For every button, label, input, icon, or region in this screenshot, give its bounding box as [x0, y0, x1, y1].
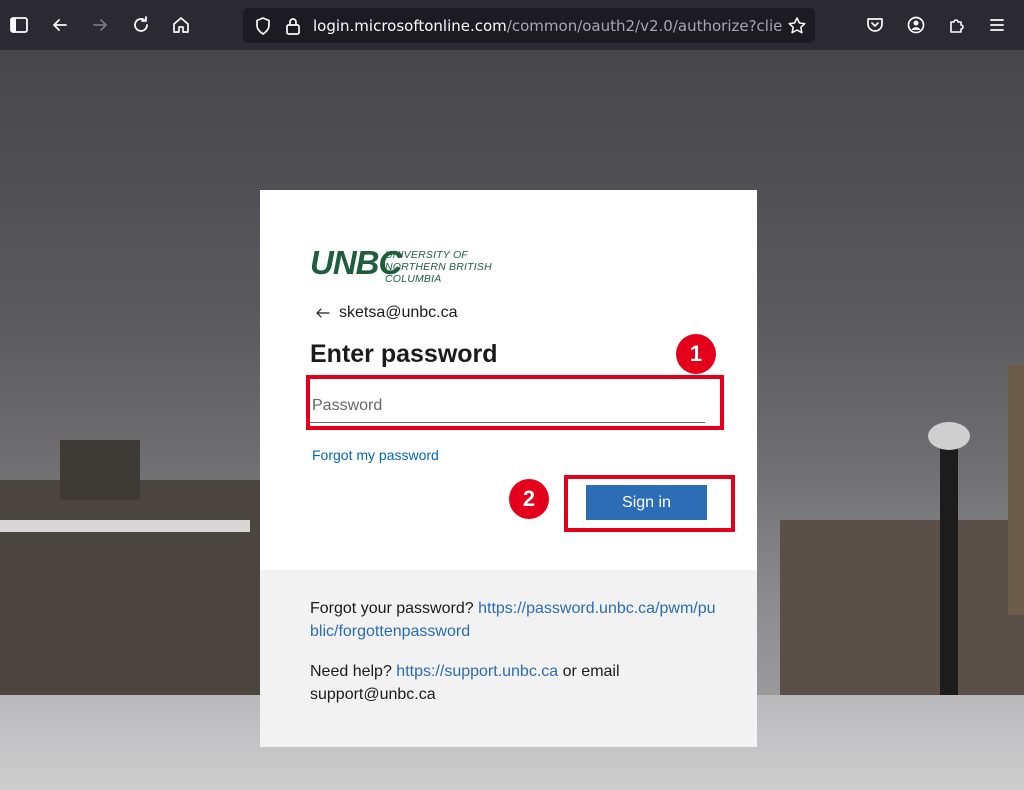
pocket-icon[interactable]: [861, 11, 889, 39]
help-middle: or email: [562, 663, 620, 680]
url-text[interactable]: login.microsoftonline.com/common/oauth2/…: [313, 17, 783, 35]
step-badge-1: 1: [676, 334, 716, 374]
back-arrow-icon[interactable]: [315, 305, 331, 321]
back-icon[interactable]: [46, 11, 74, 39]
browser-toolbar: login.microsoftonline.com/common/oauth2/…: [0, 0, 1024, 50]
password-highlight-box: [306, 375, 724, 430]
forgot-password-link[interactable]: Forgot my password: [312, 447, 439, 463]
roof-snow: [0, 520, 250, 532]
reload-icon[interactable]: [127, 11, 155, 39]
campus-building-right: [780, 520, 1024, 710]
page-title: Enter password: [310, 340, 498, 368]
logo-subtitle: UNIVERSITY OF NORTHERN BRITISH COLUMBIA: [385, 249, 550, 285]
help-prefix: Need help?: [310, 663, 392, 680]
url-path: /common/oauth2/v2.0/authorize?client_: [506, 17, 783, 35]
forward-icon[interactable]: [86, 11, 114, 39]
step-badge-2: 2: [509, 479, 549, 519]
logo-line-1: UNIVERSITY OF: [385, 249, 468, 261]
support-help-text: Need help? https://support.unbc.ca or em…: [310, 660, 720, 706]
forgot-prefix: Forgot your password?: [310, 600, 474, 617]
campus-building-left: [0, 480, 260, 710]
sign-in-highlight-box: [564, 475, 735, 532]
logo-line-2: NORTHERN BRITISH COLUMBIA: [385, 261, 492, 285]
login-card: UNBC UNIVERSITY OF NORTHERN BRITISH COLU…: [260, 190, 757, 747]
lock-icon[interactable]: [279, 12, 307, 40]
bookmark-star-icon[interactable]: [783, 12, 811, 40]
forgot-help-text: Forgot your password? https://password.u…: [310, 597, 720, 643]
account-email: sketsa@unbc.ca: [339, 304, 458, 321]
sidebar-icon[interactable]: [5, 11, 33, 39]
building-edge: [1008, 365, 1024, 615]
unbc-logo: UNBC UNIVERSITY OF NORTHERN BRITISH COLU…: [310, 244, 550, 285]
menu-icon[interactable]: [983, 11, 1011, 39]
url-host: login.microsoftonline.com: [313, 17, 507, 35]
support-url-link[interactable]: https://support.unbc.ca: [396, 663, 558, 680]
account-row[interactable]: sketsa@unbc.ca: [315, 302, 458, 324]
home-icon[interactable]: [167, 11, 195, 39]
support-email: support@unbc.ca: [310, 686, 436, 703]
url-bar[interactable]: login.microsoftonline.com/common/oauth2/…: [243, 8, 815, 43]
shield-icon[interactable]: [249, 12, 277, 40]
account-icon[interactable]: [902, 11, 930, 39]
building-tower: [60, 440, 140, 500]
lamp-globe: [928, 422, 970, 450]
extensions-icon[interactable]: [943, 11, 971, 39]
